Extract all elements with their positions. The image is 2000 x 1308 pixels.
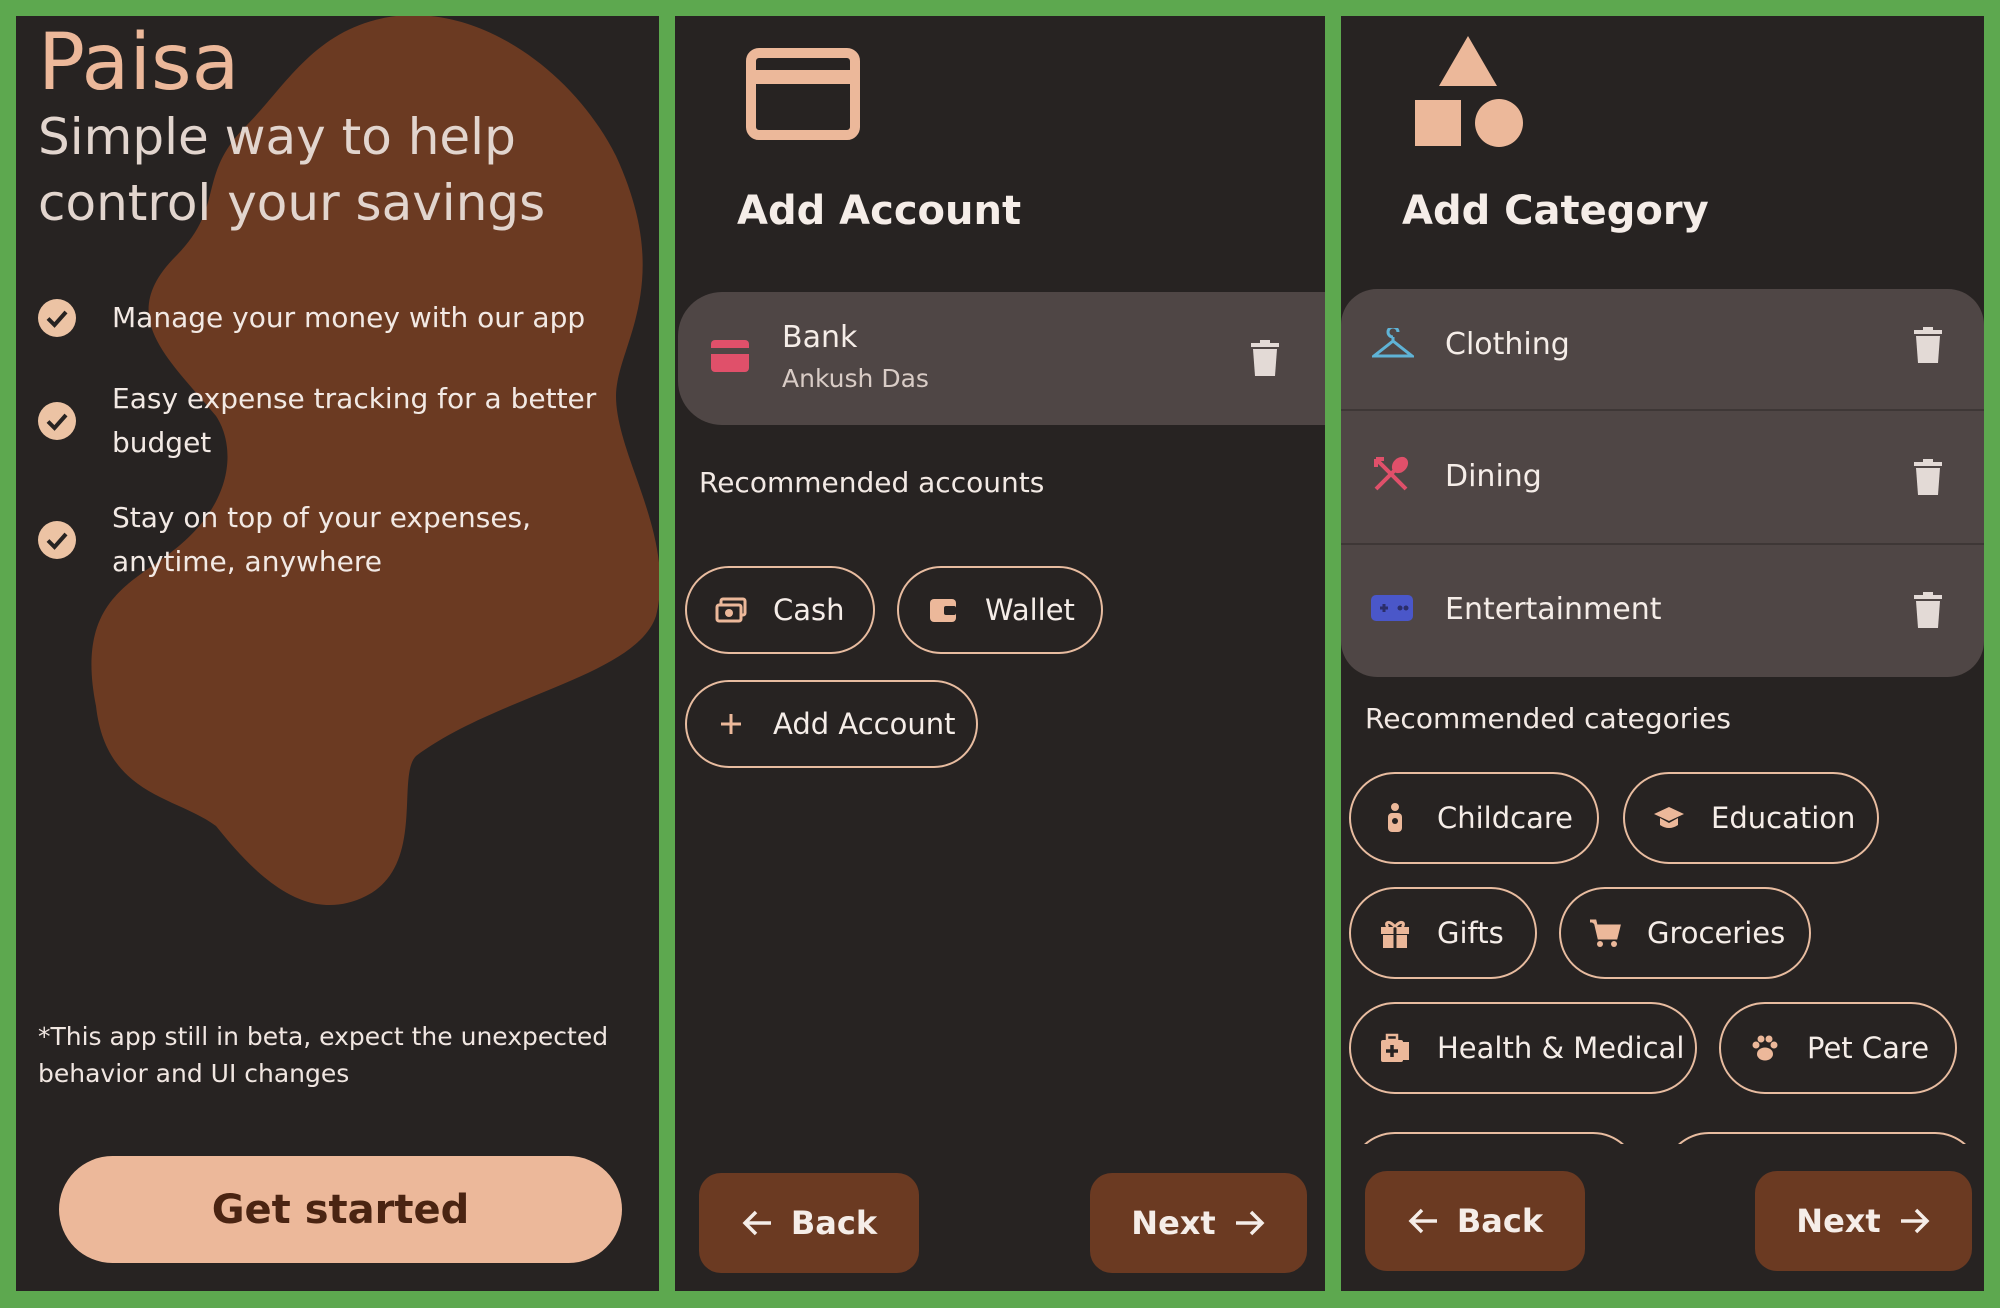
- medical-icon: [1381, 1033, 1409, 1062]
- cash-icon: [715, 597, 747, 623]
- card-icon: [711, 340, 749, 372]
- delete-icon[interactable]: [1251, 340, 1279, 376]
- recommended-chip-education[interactable]: Education: [1623, 772, 1879, 864]
- check-circle-icon: [38, 299, 76, 337]
- child-icon: [1388, 803, 1402, 832]
- utensils-icon: [1374, 456, 1409, 491]
- paw-icon: [1752, 1035, 1778, 1061]
- add-account-button[interactable]: Add Account: [685, 680, 978, 768]
- list-item[interactable]: Clothing: [1341, 289, 1984, 409]
- back-button[interactable]: Back: [699, 1173, 919, 1273]
- arrow-left-icon: [1408, 1208, 1437, 1234]
- recommended-chip-cash[interactable]: Cash: [685, 566, 875, 654]
- next-label: Next: [1796, 1202, 1881, 1240]
- recommended-chip-gifts[interactable]: Gifts: [1349, 887, 1537, 979]
- chip-label: Cash: [773, 593, 845, 627]
- chip-label: Wallet: [985, 593, 1075, 627]
- feature-text: Stay on top of your expenses, anytime, a…: [112, 501, 532, 578]
- recommended-chip-pet-care[interactable]: Pet Care: [1719, 1002, 1957, 1094]
- delete-icon[interactable]: [1914, 592, 1942, 628]
- gift-icon: [1381, 920, 1409, 948]
- credit-card-icon: [746, 48, 860, 140]
- recommended-label: Recommended accounts: [699, 466, 1045, 499]
- recommended-chip-wallet[interactable]: Wallet: [897, 566, 1103, 654]
- feature-text: Manage your money with our app: [112, 301, 586, 334]
- hanger-icon: [1372, 328, 1414, 358]
- onboarding-screen: Paisa Simple way to help control your sa…: [16, 16, 659, 1291]
- shapes-icon: [1415, 36, 1523, 147]
- chip-label: Childcare: [1437, 801, 1573, 835]
- arrow-right-icon: [1235, 1210, 1265, 1236]
- get-started-button[interactable]: Get started: [59, 1156, 622, 1263]
- wallet-icon: [930, 599, 956, 622]
- list-item[interactable]: Dining: [1341, 411, 1984, 543]
- account-list: Bank Ankush Das: [678, 292, 1325, 425]
- check-circle-icon: [38, 521, 76, 559]
- category-name: Clothing: [1445, 327, 1570, 362]
- arrow-left-icon: [742, 1210, 771, 1236]
- chip-label: Education: [1711, 801, 1856, 835]
- cart-icon: [1590, 919, 1621, 947]
- recommended-label: Recommended categories: [1365, 702, 1731, 735]
- tagline: Simple way to help control your savings: [38, 108, 546, 232]
- chip-label: Gifts: [1437, 916, 1504, 950]
- graduation-cap-icon: [1654, 807, 1684, 828]
- account-holder: Ankush Das: [782, 364, 929, 393]
- page-title: Add Category: [1402, 188, 1709, 234]
- next-button[interactable]: Next: [1755, 1171, 1972, 1271]
- category-list: Clothing Dining Entertainment: [1341, 289, 1984, 677]
- beta-note: *This app still in beta, expect the unex…: [38, 1022, 609, 1088]
- add-account-screen: Add Account Bank Ankush Das Recommended …: [675, 16, 1325, 1291]
- check-circle-icon: [38, 402, 76, 440]
- recommended-chip-partial[interactable]: [1663, 1132, 1981, 1144]
- chip-label: Add Account: [773, 707, 956, 741]
- clipped-chip-row: [1341, 1116, 1984, 1144]
- feature-text: Easy expense tracking for a better budge…: [112, 382, 597, 459]
- account-name: Bank: [782, 320, 858, 355]
- add-category-screen: Add Category Clothing Dining Entertainme…: [1341, 16, 1984, 1291]
- plus-icon: [721, 714, 741, 734]
- recommended-chip-groceries[interactable]: Groceries: [1559, 887, 1811, 979]
- list-item[interactable]: Entertainment: [1341, 545, 1984, 677]
- back-label: Back: [790, 1204, 878, 1242]
- delete-icon[interactable]: [1914, 327, 1942, 363]
- next-label: Next: [1131, 1204, 1216, 1242]
- list-item[interactable]: Bank Ankush Das: [678, 292, 1325, 425]
- arrow-right-icon: [1900, 1208, 1930, 1234]
- recommended-chip-childcare[interactable]: Childcare: [1349, 772, 1599, 864]
- back-button[interactable]: Back: [1365, 1171, 1585, 1271]
- page-title: Add Account: [737, 188, 1022, 234]
- chip-label: Health & Medical: [1437, 1031, 1685, 1065]
- back-label: Back: [1456, 1202, 1544, 1240]
- app-title: Paisa: [38, 18, 240, 108]
- next-button[interactable]: Next: [1090, 1173, 1307, 1273]
- chip-label: Pet Care: [1807, 1031, 1930, 1065]
- category-name: Entertainment: [1445, 592, 1662, 627]
- category-name: Dining: [1445, 459, 1542, 494]
- delete-icon[interactable]: [1914, 459, 1942, 495]
- recommended-chip-partial[interactable]: [1349, 1132, 1639, 1144]
- gamepad-icon: [1371, 595, 1413, 621]
- recommended-chip-health-medical[interactable]: Health & Medical: [1349, 1002, 1697, 1094]
- chip-label: Groceries: [1647, 916, 1786, 950]
